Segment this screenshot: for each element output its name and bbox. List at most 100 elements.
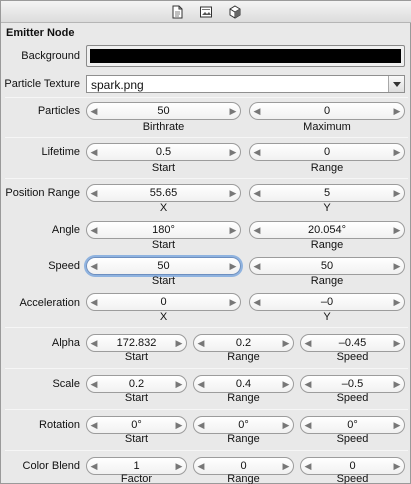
decrement-arrow-icon[interactable]: ◀ [251,258,263,274]
scale-start-stepper[interactable]: ◀ 0.2 ▶ [86,375,187,393]
increment-arrow-icon[interactable]: ▶ [173,376,185,392]
increment-arrow-icon[interactable]: ▶ [391,144,403,160]
position-range-y-value[interactable]: 5 [264,187,390,199]
lifetime-start-stepper[interactable]: ◀ 0.5 ▶ [86,143,241,161]
decrement-arrow-icon[interactable]: ◀ [88,258,100,274]
increment-arrow-icon[interactable]: ▶ [173,458,185,474]
decrement-arrow-icon[interactable]: ◀ [88,335,100,351]
decrement-arrow-icon[interactable]: ◀ [88,103,100,119]
angle-range-stepper[interactable]: ◀ 20.054° ▶ [249,221,405,239]
alpha-start-stepper[interactable]: ◀ 172.832 ▶ [86,334,187,352]
increment-arrow-icon[interactable]: ▶ [391,417,403,433]
increment-arrow-icon[interactable]: ▶ [391,185,403,201]
speed-range-value[interactable]: 50 [264,260,390,272]
increment-arrow-icon[interactable]: ▶ [280,458,292,474]
increment-arrow-icon[interactable]: ▶ [227,103,239,119]
document-icon[interactable] [170,5,184,19]
decrement-arrow-icon[interactable]: ◀ [302,417,314,433]
decrement-arrow-icon[interactable]: ◀ [251,222,263,238]
decrement-arrow-icon[interactable]: ◀ [88,222,100,238]
decrement-arrow-icon[interactable]: ◀ [88,185,100,201]
alpha-speed-stepper[interactable]: ◀ –0.45 ▶ [300,334,405,352]
decrement-arrow-icon[interactable]: ◀ [195,376,207,392]
acceleration-x-caption: X [159,311,168,323]
decrement-arrow-icon[interactable]: ◀ [302,458,314,474]
increment-arrow-icon[interactable]: ▶ [227,222,239,238]
decrement-arrow-icon[interactable]: ◀ [251,294,263,310]
decrement-arrow-icon[interactable]: ◀ [88,458,100,474]
decrement-arrow-icon[interactable]: ◀ [195,417,207,433]
particle-texture-combo[interactable]: spark.png [86,75,405,93]
color-blend-range-value[interactable]: 0 [208,460,279,472]
decrement-arrow-icon[interactable]: ◀ [88,417,100,433]
increment-arrow-icon[interactable]: ▶ [227,185,239,201]
angle-range-value[interactable]: 20.054° [264,224,390,236]
increment-arrow-icon[interactable]: ▶ [227,294,239,310]
decrement-arrow-icon[interactable]: ◀ [195,458,207,474]
decrement-arrow-icon[interactable]: ◀ [302,335,314,351]
increment-arrow-icon[interactable]: ▶ [227,258,239,274]
increment-arrow-icon[interactable]: ▶ [227,144,239,160]
angle-start-stepper[interactable]: ◀ 180° ▶ [86,221,241,239]
increment-arrow-icon[interactable]: ▶ [173,335,185,351]
speed-start-stepper[interactable]: ◀ 50 ▶ [86,257,241,275]
increment-arrow-icon[interactable]: ▶ [391,376,403,392]
rotation-range-value[interactable]: 0° [208,419,279,431]
lifetime-range-value[interactable]: 0 [264,146,390,158]
scale-speed-stepper[interactable]: ◀ –0.5 ▶ [300,375,405,393]
increment-arrow-icon[interactable]: ▶ [391,103,403,119]
increment-arrow-icon[interactable]: ▶ [173,417,185,433]
decrement-arrow-icon[interactable]: ◀ [88,144,100,160]
alpha-range-stepper[interactable]: ◀ 0.2 ▶ [193,334,294,352]
decrement-arrow-icon[interactable]: ◀ [251,185,263,201]
scale-range-value[interactable]: 0.4 [208,378,279,390]
speed-range-stepper[interactable]: ◀ 50 ▶ [249,257,405,275]
particles-maximum-stepper[interactable]: ◀ 0 ▶ [249,102,405,120]
particles-maximum-value[interactable]: 0 [264,105,390,117]
background-color-well[interactable] [86,45,405,67]
increment-arrow-icon[interactable]: ▶ [391,335,403,351]
acceleration-x-stepper[interactable]: ◀ 0 ▶ [86,293,241,311]
alpha-speed-value[interactable]: –0.45 [315,337,390,349]
image-icon[interactable] [199,5,213,19]
rotation-start-value[interactable]: 0° [101,419,172,431]
decrement-arrow-icon[interactable]: ◀ [251,144,263,160]
acceleration-y-value[interactable]: –0 [264,296,390,308]
position-range-y-stepper[interactable]: ◀ 5 ▶ [249,184,405,202]
lifetime-start-value[interactable]: 0.5 [101,146,226,158]
increment-arrow-icon[interactable]: ▶ [280,417,292,433]
rotation-speed-stepper[interactable]: ◀ 0° ▶ [300,416,405,434]
particles-birthrate-value[interactable]: 50 [101,105,226,117]
increment-arrow-icon[interactable]: ▶ [391,222,403,238]
position-range-x-value[interactable]: 55.65 [101,187,226,199]
decrement-arrow-icon[interactable]: ◀ [302,376,314,392]
decrement-arrow-icon[interactable]: ◀ [195,335,207,351]
lifetime-range-stepper[interactable]: ◀ 0 ▶ [249,143,405,161]
decrement-arrow-icon[interactable]: ◀ [88,294,100,310]
acceleration-y-stepper[interactable]: ◀ –0 ▶ [249,293,405,311]
increment-arrow-icon[interactable]: ▶ [280,335,292,351]
position-range-x-stepper[interactable]: ◀ 55.65 ▶ [86,184,241,202]
increment-arrow-icon[interactable]: ▶ [391,458,403,474]
scale-range-stepper[interactable]: ◀ 0.4 ▶ [193,375,294,393]
rotation-start-stepper[interactable]: ◀ 0° ▶ [86,416,187,434]
particles-birthrate-stepper[interactable]: ◀ 50 ▶ [86,102,241,120]
acceleration-x-value[interactable]: 0 [101,296,226,308]
increment-arrow-icon[interactable]: ▶ [391,294,403,310]
alpha-range-value[interactable]: 0.2 [208,337,279,349]
angle-start-value[interactable]: 180° [101,224,226,236]
increment-arrow-icon[interactable]: ▶ [280,376,292,392]
chevron-down-icon[interactable] [388,76,404,92]
rotation-speed-value[interactable]: 0° [315,419,390,431]
scale-start-value[interactable]: 0.2 [101,378,172,390]
color-blend-factor-value[interactable]: 1 [101,460,172,472]
increment-arrow-icon[interactable]: ▶ [391,258,403,274]
decrement-arrow-icon[interactable]: ◀ [88,376,100,392]
rotation-range-stepper[interactable]: ◀ 0° ▶ [193,416,294,434]
speed-start-value[interactable]: 50 [101,260,226,272]
color-blend-speed-value[interactable]: 0 [315,460,390,472]
decrement-arrow-icon[interactable]: ◀ [251,103,263,119]
scale-speed-value[interactable]: –0.5 [315,378,390,390]
alpha-start-value[interactable]: 172.832 [101,337,172,349]
cube-icon[interactable] [228,5,242,19]
